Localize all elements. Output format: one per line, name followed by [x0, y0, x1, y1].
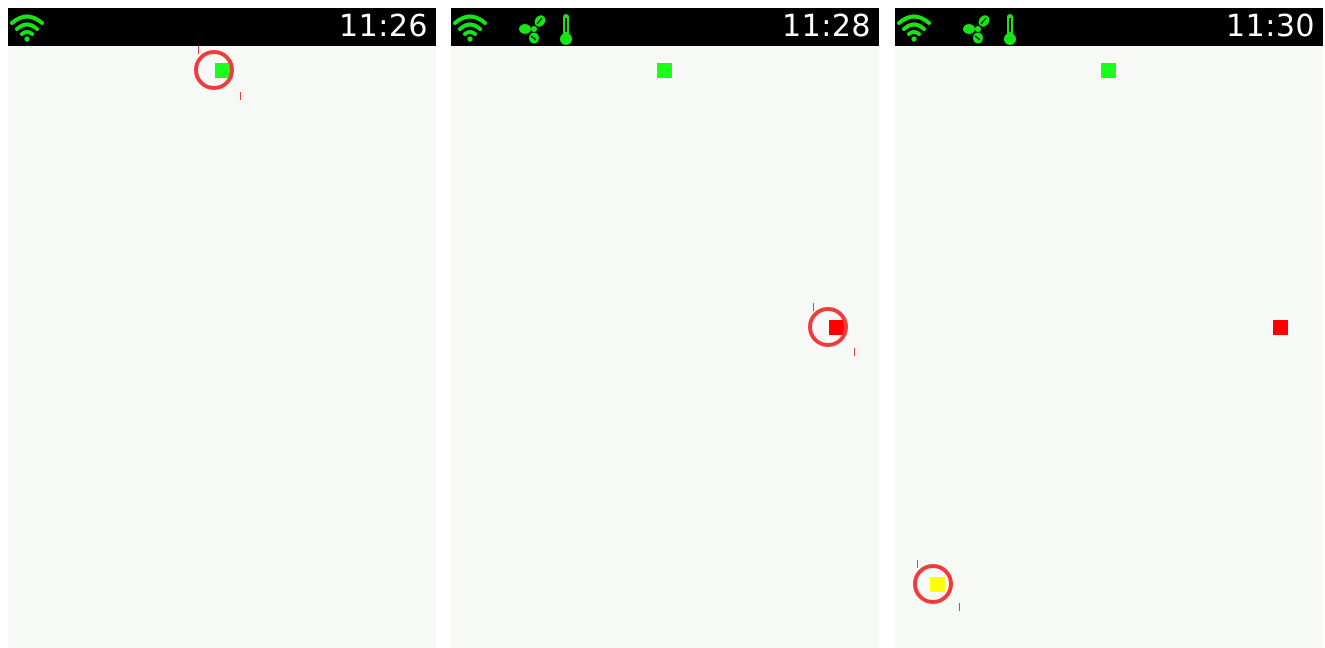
highlight-ring	[913, 564, 953, 604]
highlight-ring	[194, 50, 234, 90]
highlight-tick	[854, 348, 855, 356]
fan-icon	[519, 15, 546, 44]
clock: 11:26	[339, 9, 428, 44]
green-marker[interactable]	[1101, 63, 1116, 78]
device-screen-3: 11:30	[895, 8, 1323, 648]
wifi-icon	[453, 14, 487, 42]
clock: 11:28	[782, 9, 871, 44]
wifi-icon	[10, 14, 44, 42]
highlight-ring	[808, 307, 848, 347]
device-screen-1: 11:26	[8, 8, 436, 648]
status-bar: 11:28	[451, 8, 879, 46]
thermometer-icon	[1004, 14, 1016, 45]
device-screen-2: 11:28	[451, 8, 879, 648]
status-bar: 11:26	[8, 8, 436, 46]
status-bar: 11:30	[895, 8, 1323, 46]
fan-icon	[963, 15, 990, 44]
wifi-icon	[897, 14, 931, 42]
highlight-tick	[240, 92, 241, 100]
clock: 11:30	[1226, 9, 1315, 44]
thermometer-icon	[560, 14, 572, 45]
highlight-tick	[813, 303, 814, 311]
green-marker[interactable]	[657, 63, 672, 78]
highlight-tick	[917, 560, 918, 568]
highlight-tick	[959, 603, 960, 611]
highlight-tick	[198, 46, 199, 54]
red-marker[interactable]	[1273, 320, 1288, 335]
